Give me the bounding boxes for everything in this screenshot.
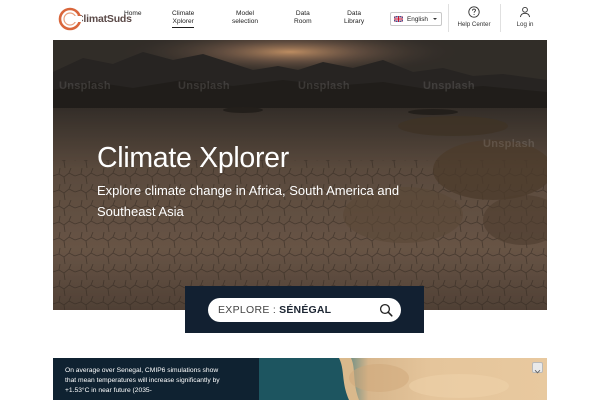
map-layer-toggle[interactable] [532, 362, 543, 374]
climate-summary-text: On average over Senegal, CMIP6 simulatio… [65, 367, 220, 395]
selected-country: SÉNÉGAL [279, 304, 332, 316]
top-navbar: ClimatSuds Home Climate Xplorer Model se… [0, 0, 600, 40]
logo-ring-icon [58, 7, 82, 31]
nav-home[interactable]: Home [124, 10, 142, 18]
help-center-label: Help Center [457, 21, 491, 28]
nav-model-selection-line2: selection [232, 18, 259, 25]
nav-data-room[interactable]: Data Room [294, 10, 312, 26]
nav-data-library[interactable]: Data Library [344, 10, 364, 26]
uk-flag-icon [394, 16, 403, 22]
map-terrain-image [259, 358, 509, 400]
hero-banner: Unsplash Unsplash Unsplash Unsplash Unsp… [53, 40, 547, 310]
help-circle-icon [468, 6, 480, 18]
user-icon [519, 6, 531, 18]
explore-prefix: EXPLORE : [218, 304, 277, 316]
nav-divider [500, 4, 501, 32]
login-label: Log in [516, 21, 534, 28]
nav-divider [448, 4, 449, 32]
hero-title: Climate Xplorer [97, 142, 289, 174]
nav-model-selection[interactable]: Model selection [232, 10, 258, 26]
country-search-input[interactable]: EXPLORE : SÉNÉGAL [208, 298, 401, 322]
watermark-text: Unsplash [59, 80, 111, 92]
login-button[interactable]: Log in [503, 6, 547, 28]
hero-subtitle: Explore climate change in Africa, South … [97, 183, 400, 219]
climate-summary-panel: On average over Senegal, CMIP6 simulatio… [53, 358, 259, 400]
country-map[interactable] [259, 358, 547, 400]
brand-logo[interactable]: ClimatSuds [58, 6, 132, 32]
nav-data-room-line2: Room [294, 18, 312, 25]
nav-climate-xplorer[interactable]: Climate Xplorer [172, 10, 195, 28]
language-label: English [407, 15, 428, 23]
nav-data-library-line1: Data [347, 10, 362, 17]
nav-climate-xplorer-line1: Climate [172, 10, 195, 17]
nav-climate-xplorer-line2: Xplorer [172, 18, 194, 25]
nav-data-library-line2: Library [344, 18, 365, 25]
watermark-text: Unsplash [423, 80, 475, 92]
chevron-down-icon [433, 18, 437, 20]
watermark-text: Unsplash [298, 80, 350, 92]
nav-model-selection-line1: Model [236, 10, 254, 17]
nav-data-room-line1: Data [295, 10, 310, 17]
watermark-text: Unsplash [178, 80, 230, 92]
watermark-text: Unsplash [483, 138, 535, 150]
search-icon[interactable] [379, 303, 393, 317]
language-select[interactable]: English [390, 12, 442, 26]
nav-home-label: Home [124, 10, 142, 17]
help-center-button[interactable]: Help Center [452, 6, 496, 28]
chevron-down-icon [534, 369, 541, 374]
